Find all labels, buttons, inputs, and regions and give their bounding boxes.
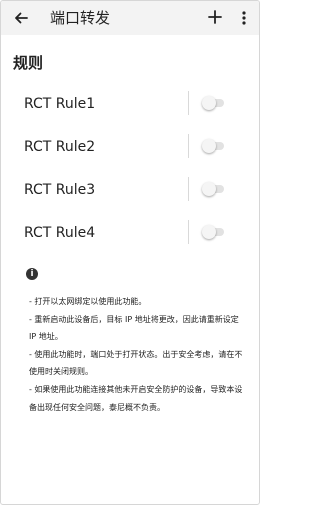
arrow-left-icon[interactable]	[12, 9, 30, 27]
toggle-thumb	[202, 182, 216, 196]
vertical-divider	[188, 177, 189, 201]
vertical-divider	[188, 220, 189, 244]
rule-label[interactable]: RCT Rule3	[24, 181, 95, 199]
page-title: 端口转发	[50, 9, 111, 27]
toggle-thumb	[202, 96, 216, 110]
rule-row[interactable]: RCT Rule3	[1, 177, 259, 205]
note-item: - 打开以太网绑定以使用此功能。	[29, 297, 147, 306]
vertical-divider	[188, 134, 189, 158]
rule-row[interactable]: RCT Rule1	[1, 91, 259, 119]
app-bar: 端口转发	[1, 1, 259, 35]
note-item: - 使用此功能时，端口处于打开状态。出于安全考虑，请在不使用时关闭规则。	[29, 349, 243, 377]
toggle-thumb	[202, 225, 216, 239]
app-window: 端口转发 规则 RCT Rule1 RCT Rule2 RCT Rule3 RC…	[0, 0, 260, 505]
rule-toggle[interactable]	[202, 182, 224, 196]
rule-toggle[interactable]	[202, 225, 224, 239]
vertical-divider	[188, 91, 189, 115]
info-notes: - 打开以太网绑定以使用此功能。 - 重新启动此设备后，目标 IP 地址将更改，…	[29, 293, 245, 416]
rule-row[interactable]: RCT Rule4	[1, 220, 259, 248]
rule-label[interactable]: RCT Rule4	[24, 224, 95, 242]
rule-toggle[interactable]	[202, 96, 224, 110]
section-title: 规则	[13, 54, 44, 72]
note-item: - 如果使用此功能连接其他未开启安全防护的设备，导致本设备出现任何安全问题，泰尼…	[29, 384, 243, 412]
rule-label[interactable]: RCT Rule1	[24, 95, 95, 113]
info-icon: i	[26, 268, 38, 280]
rule-row[interactable]: RCT Rule2	[1, 134, 259, 162]
plus-icon[interactable]	[206, 8, 224, 26]
rule-toggle[interactable]	[202, 139, 224, 153]
rule-label[interactable]: RCT Rule2	[24, 138, 95, 156]
toggle-thumb	[202, 139, 216, 153]
more-vertical-icon[interactable]	[241, 9, 247, 27]
note-item: - 重新启动此设备后，目标 IP 地址将更改，因此请重新设定 IP 地址。	[29, 314, 239, 342]
